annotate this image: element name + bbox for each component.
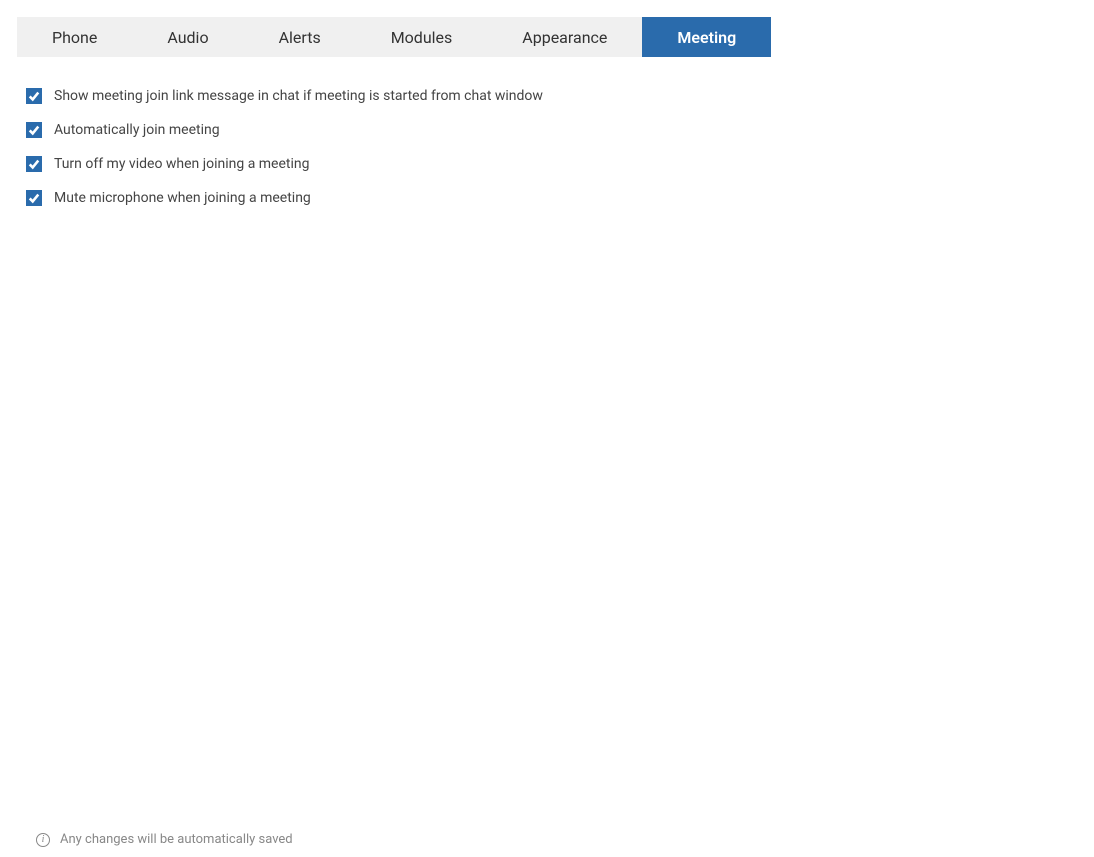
tab-modules[interactable]: Modules — [356, 17, 488, 57]
checkbox-mute-mic[interactable] — [26, 190, 42, 206]
setting-label: Show meeting join link message in chat i… — [54, 88, 543, 104]
checkbox-show-join-link[interactable] — [26, 88, 42, 104]
tabs-bar: Phone Audio Alerts Modules Appearance Me… — [17, 17, 737, 57]
tab-meeting[interactable]: Meeting — [642, 17, 771, 57]
checkmark-icon — [28, 192, 40, 204]
tab-alerts[interactable]: Alerts — [244, 17, 356, 57]
checkmark-icon — [28, 124, 40, 136]
checkmark-icon — [28, 158, 40, 170]
tab-phone[interactable]: Phone — [17, 17, 132, 57]
setting-row-show-join-link: Show meeting join link message in chat i… — [26, 87, 1094, 105]
settings-panel: Show meeting join link message in chat i… — [0, 87, 1094, 207]
checkmark-icon — [28, 90, 40, 102]
checkbox-auto-join[interactable] — [26, 122, 42, 138]
setting-row-mute-mic: Mute microphone when joining a meeting — [26, 189, 1094, 207]
setting-label: Turn off my video when joining a meeting — [54, 156, 310, 172]
setting-row-auto-join: Automatically join meeting — [26, 121, 1094, 139]
tab-appearance[interactable]: Appearance — [487, 17, 642, 57]
setting-label: Mute microphone when joining a meeting — [54, 190, 311, 206]
tab-audio[interactable]: Audio — [132, 17, 243, 57]
setting-row-video-off: Turn off my video when joining a meeting — [26, 155, 1094, 173]
checkbox-video-off[interactable] — [26, 156, 42, 172]
setting-label: Automatically join meeting — [54, 122, 220, 138]
